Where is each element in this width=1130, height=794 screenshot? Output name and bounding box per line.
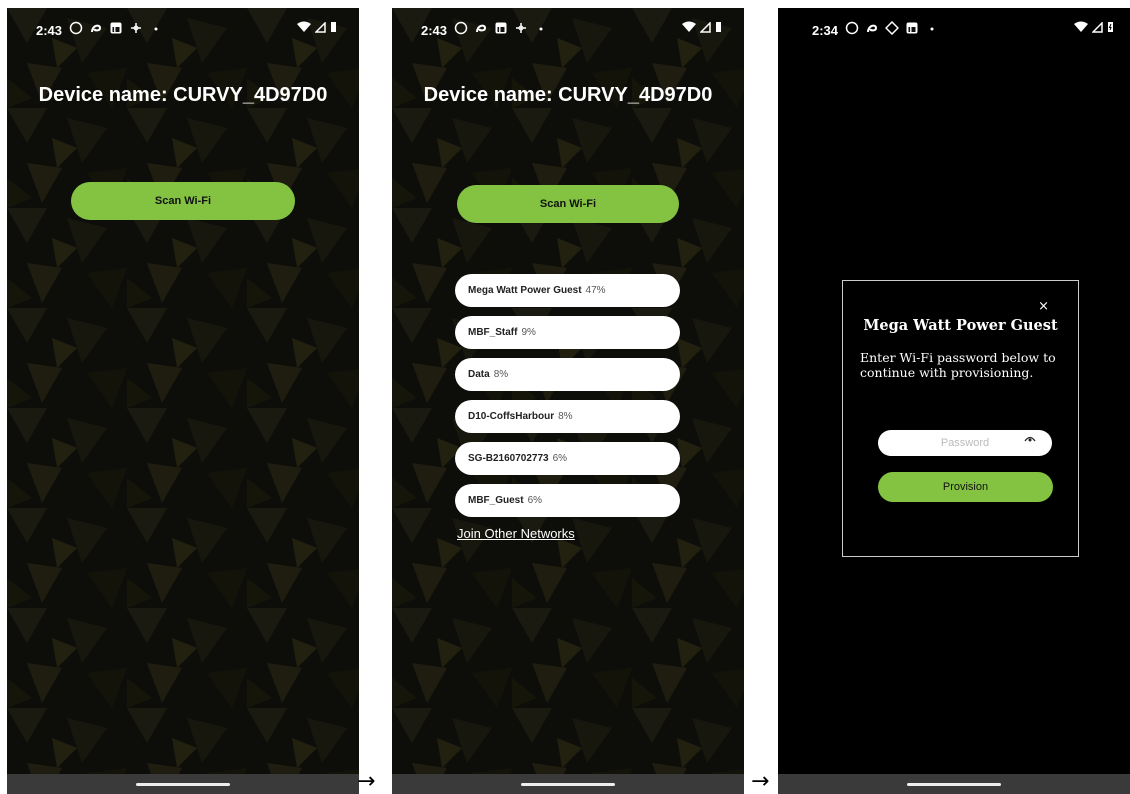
network-item[interactable]: Mega Watt Power Guest 47% — [455, 274, 680, 307]
status-bar: 2:34 — [778, 8, 1130, 52]
wifi-icon — [1074, 21, 1088, 32]
provision-button[interactable]: Provision — [878, 472, 1053, 502]
password-dialog: × Mega Watt Power Guest Enter Wi-Fi pass… — [842, 280, 1079, 557]
chat-icon — [91, 24, 102, 33]
dot-icon — [154, 27, 158, 31]
network-ssid: MBF_Staff — [468, 327, 518, 338]
network-ssid: D10-CoffsHarbour — [468, 411, 555, 422]
battery-icon — [716, 22, 721, 32]
status-time: 2:43 — [421, 23, 448, 38]
battery-charging-icon — [1108, 22, 1113, 32]
scan-wifi-button[interactable]: Scan Wi-Fi — [457, 185, 679, 223]
status-bar: 2:43 — [392, 8, 744, 52]
background-pattern — [7, 8, 359, 794]
network-signal: 47% — [585, 285, 606, 296]
fan-icon — [131, 23, 141, 33]
signal-icon — [700, 21, 711, 33]
linkedin-icon — [110, 22, 122, 34]
network-item[interactable]: SG-B2160702773 6% — [455, 442, 680, 475]
wifi-icon — [297, 21, 311, 32]
network-signal: 9% — [521, 327, 536, 338]
eye-icon[interactable] — [1024, 434, 1036, 444]
linkedin-icon — [495, 22, 507, 34]
screen-network-list: 2:43 Device name: CURVY_4D97D0 Scan Wi-F… — [392, 8, 744, 794]
close-icon[interactable]: × — [1038, 299, 1049, 314]
network-signal: 6% — [552, 453, 568, 464]
network-item[interactable]: MBF_Guest 6% — [455, 484, 680, 517]
home-gesture-bar[interactable] — [907, 783, 1001, 786]
device-title: Device name: CURVY_4D97D0 — [423, 84, 713, 106]
wifi-icon — [682, 21, 696, 32]
signal-icon — [1092, 21, 1103, 33]
status-bar: 2:43 — [7, 8, 359, 52]
whatsapp-icon — [845, 21, 859, 35]
screen-password-dialog: 2:34 × Mega Watt Power Guest Enter Wi-Fi… — [778, 8, 1130, 794]
scan-wifi-button[interactable]: Scan Wi-Fi — [71, 182, 295, 220]
network-item[interactable]: D10-CoffsHarbour 8% — [455, 400, 680, 433]
dot-icon — [930, 27, 934, 31]
dialog-message: Enter Wi-Fi password below to continue w… — [860, 350, 1056, 380]
fan-icon — [516, 23, 526, 33]
screen-scan: 2:43 Device name: CURVY_4D97D0 Scan Wi-F… — [7, 8, 359, 794]
network-ssid: Mega Watt Power Guest — [468, 285, 582, 296]
network-ssid: MBF_Guest — [468, 495, 524, 506]
signal-icon — [315, 21, 326, 33]
chat-icon — [476, 24, 487, 33]
network-signal: 8% — [493, 369, 509, 380]
network-item[interactable]: MBF_Staff 9% — [455, 316, 680, 349]
nav-bar — [778, 774, 1130, 794]
network-signal: 6% — [527, 495, 543, 506]
nav-bar — [392, 774, 744, 794]
network-ssid: Data — [468, 369, 490, 380]
whatsapp-icon — [69, 21, 83, 35]
status-time: 2:43 — [36, 23, 63, 38]
network-signal: 8% — [558, 411, 573, 422]
chat-icon — [867, 24, 878, 33]
nav-bar — [7, 774, 359, 794]
network-ssid: SG-B2160702773 — [468, 453, 549, 464]
diamond-icon — [885, 21, 899, 35]
device-title: Device name: CURVY_4D97D0 — [38, 84, 328, 106]
dot-icon — [539, 27, 543, 31]
join-other-networks-link[interactable]: Join Other Networks — [457, 526, 575, 541]
status-time: 2:34 — [812, 23, 839, 38]
flow-arrow-1: → — [357, 769, 376, 794]
whatsapp-icon — [454, 21, 468, 35]
flow-arrow-2: → — [751, 769, 770, 794]
linkedin-icon — [906, 22, 918, 34]
home-gesture-bar[interactable] — [136, 783, 230, 786]
home-gesture-bar[interactable] — [521, 783, 615, 786]
network-item[interactable]: Data 8% — [455, 358, 680, 391]
battery-icon — [331, 22, 336, 32]
dialog-title: Mega Watt Power Guest — [863, 317, 1058, 334]
